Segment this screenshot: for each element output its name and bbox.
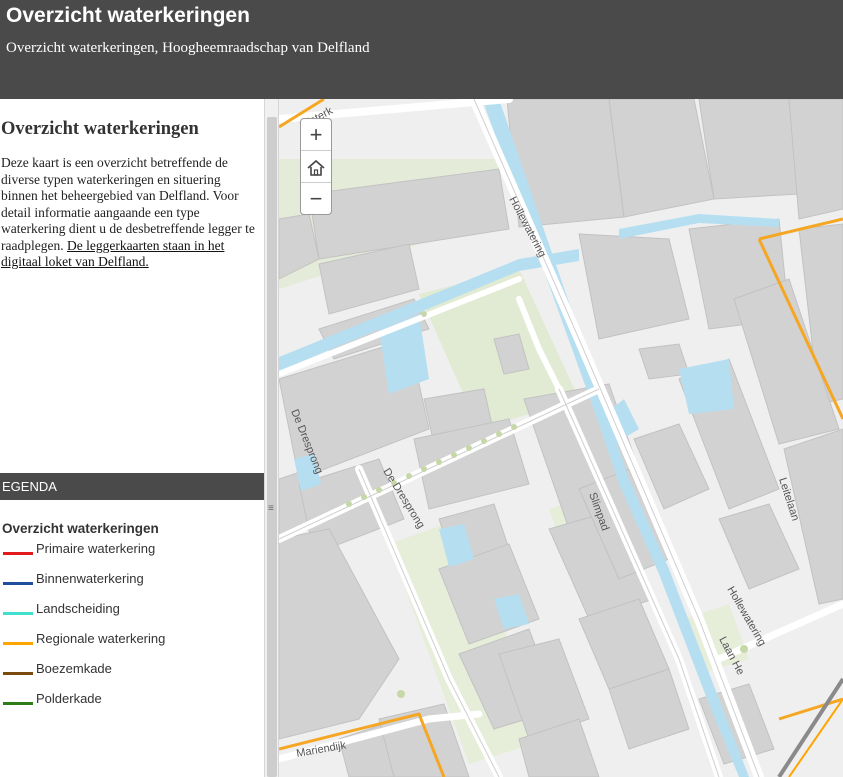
legend-item-primaire: Primaire waterkering [3, 541, 253, 561]
home-button[interactable] [301, 151, 331, 183]
legend-label: Primaire waterkering [36, 541, 156, 556]
sidebar-scrollbar[interactable] [264, 99, 279, 777]
legend-label: Landscheiding [36, 601, 120, 616]
splitter-handle[interactable]: ≡ [268, 503, 274, 514]
sidebar-heading: Overzicht waterkeringen [1, 119, 199, 139]
map-view[interactable]: Hollewatering De Dresprong De Dresprong … [279, 99, 843, 777]
legend-item-boezemkade: Boezemkade [3, 661, 253, 681]
legend-label: Polderkade [36, 691, 102, 706]
legend-swatch [3, 552, 33, 555]
map-zoom-control: + − [300, 118, 332, 215]
legend-item-binnen: Binnenwaterkering [3, 571, 253, 591]
sidebar-description: Deze kaart is een overzicht betreffende … [1, 155, 256, 271]
scrollbar-thumb[interactable] [267, 117, 277, 777]
legend-title: Overzicht waterkeringen [2, 521, 159, 536]
legend-swatch [3, 642, 33, 645]
legend-swatch [3, 612, 33, 615]
app-header: Overzicht waterkeringen Overzicht waterk… [0, 0, 843, 99]
legend-item-landscheiding: Landscheiding [3, 601, 253, 621]
app-subtitle: Overzicht waterkeringen, Hoogheemraadsch… [6, 40, 370, 56]
legend-swatch [3, 702, 33, 705]
legend-swatch [3, 672, 33, 675]
map-canvas[interactable]: Hollewatering De Dresprong De Dresprong … [279, 99, 843, 777]
legend-label: Regionale waterkering [36, 631, 166, 646]
legend-label: Binnenwaterkering [36, 571, 144, 586]
zoom-in-button[interactable]: + [301, 119, 331, 151]
legend-swatch [3, 582, 33, 585]
legend-header[interactable]: EGENDA [0, 473, 264, 500]
legend-label: Boezemkade [36, 661, 112, 676]
home-icon [306, 154, 326, 179]
sidebar-panel: Overzicht waterkeringen Deze kaart is ee… [0, 99, 264, 777]
legend-item-polderkade: Polderkade [3, 691, 253, 711]
zoom-out-button[interactable]: − [301, 183, 331, 214]
app-title: Overzicht waterkeringen [6, 4, 250, 27]
legend-item-regionale: Regionale waterkering [3, 631, 253, 651]
